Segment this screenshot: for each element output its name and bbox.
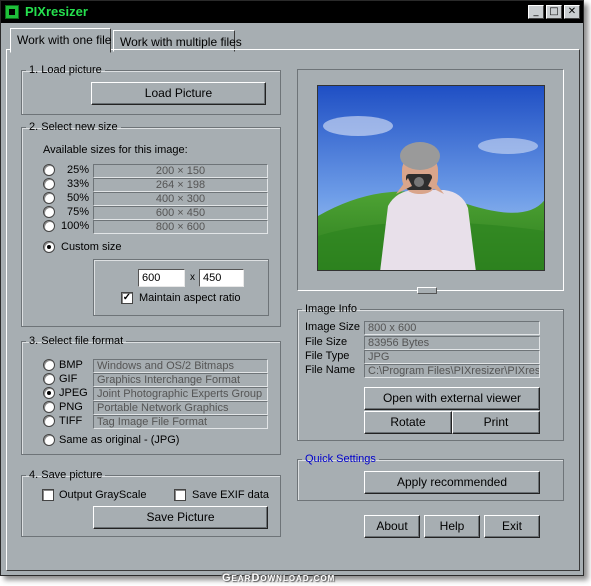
- custom-size-label: Custom size: [61, 241, 122, 253]
- select-size-legend: 2. Select new size: [29, 121, 118, 133]
- preview-photo: [318, 86, 544, 270]
- title-bar[interactable]: PIXresizer _ □ ✕: [1, 1, 583, 23]
- file-type-label: File Type: [305, 350, 350, 362]
- size-radio-75[interactable]: [43, 206, 55, 218]
- size-times-label: x: [190, 272, 195, 283]
- rotate-button[interactable]: Rotate: [364, 411, 452, 434]
- exit-button-label: Exit: [501, 519, 522, 533]
- format-name-png: PNG: [59, 401, 83, 413]
- size-percent-50: 50%: [66, 192, 89, 204]
- size-radio-50[interactable]: [43, 192, 55, 204]
- maintain-aspect-checkbox[interactable]: ✓: [121, 292, 133, 304]
- help-button[interactable]: Help: [424, 515, 480, 538]
- size-dims-75: 600 × 450: [93, 206, 268, 220]
- format-radio-gif[interactable]: [43, 373, 55, 385]
- custom-size-box: [93, 259, 269, 316]
- format-desc-png: Portable Network Graphics: [93, 401, 268, 415]
- format-name-tiff: TIFF: [59, 415, 83, 427]
- size-percent-33: 33%: [66, 178, 89, 190]
- file-name-value: C:\Program Files\PIXresizer\PIXresizer: [364, 364, 540, 378]
- size-percent-25: 25%: [66, 164, 89, 176]
- preview-scroll-handle[interactable]: [417, 287, 437, 294]
- size-dims-33: 264 × 198: [93, 178, 268, 192]
- size-dims-100: 800 × 600: [93, 220, 268, 234]
- load-picture-button-label: Load Picture: [144, 86, 213, 100]
- apply-recommended-button[interactable]: Apply recommended: [364, 471, 540, 494]
- available-sizes-label: Available sizes for this image:: [43, 144, 188, 156]
- image-size-label: Image Size: [305, 321, 361, 333]
- file-name-label: File Name: [305, 364, 356, 376]
- image-info-legend: Image Info: [305, 303, 357, 315]
- print-button[interactable]: Print: [452, 411, 540, 434]
- format-desc-bmp: Windows and OS/2 Bitmaps: [93, 359, 268, 373]
- app-icon: [5, 5, 19, 19]
- file-size-value: 83956 Bytes: [364, 336, 540, 350]
- format-radio-png[interactable]: [43, 401, 55, 413]
- minimize-button[interactable]: _: [528, 5, 544, 19]
- apply-recommended-label: Apply recommended: [396, 475, 508, 489]
- tab-one-file[interactable]: Work with one file: [10, 28, 111, 53]
- app-window: PIXresizer _ □ ✕ Work with one file Work…: [0, 0, 584, 576]
- open-external-viewer-label: Open with external viewer: [382, 391, 522, 405]
- custom-height-input[interactable]: 450: [199, 269, 244, 287]
- size-dims-25: 200 × 150: [93, 164, 268, 178]
- format-name-bmp: BMP: [59, 359, 83, 371]
- load-picture-button[interactable]: Load Picture: [91, 82, 266, 105]
- exit-button[interactable]: Exit: [484, 515, 540, 538]
- maximize-button[interactable]: □: [546, 5, 562, 19]
- format-desc-tiff: Tag Image File Format: [93, 415, 268, 429]
- grayscale-checkbox[interactable]: [42, 489, 54, 501]
- same-as-original-label: Same as original - (JPG): [59, 434, 180, 446]
- preview-image: [317, 85, 545, 271]
- file-format-legend: 3. Select file format: [29, 335, 124, 347]
- file-type-value: JPG: [364, 350, 540, 364]
- format-radio-bmp[interactable]: [43, 359, 55, 371]
- about-button-label: About: [376, 519, 408, 533]
- grayscale-label: Output GrayScale: [59, 489, 147, 501]
- save-picture-button-label: Save Picture: [146, 510, 215, 524]
- save-picture-button[interactable]: Save Picture: [93, 506, 268, 529]
- format-radio-tiff[interactable]: [43, 415, 55, 427]
- size-radio-25[interactable]: [43, 164, 55, 176]
- maintain-aspect-label: Maintain aspect ratio: [139, 292, 241, 304]
- format-radio-same-as-original[interactable]: [43, 434, 55, 446]
- custom-size-radio[interactable]: [43, 241, 55, 253]
- size-percent-100: 100%: [61, 220, 90, 232]
- save-picture-legend: 4. Save picture: [29, 469, 103, 481]
- image-size-value: 800 x 600: [364, 321, 540, 335]
- window-title: PIXresizer: [25, 4, 88, 19]
- format-radio-jpeg[interactable]: [43, 387, 55, 399]
- size-percent-75: 75%: [66, 206, 89, 218]
- quick-settings-legend: Quick Settings: [305, 453, 376, 465]
- exif-label: Save EXIF data: [192, 489, 270, 501]
- format-desc-gif: Graphics Interchange Format: [93, 373, 268, 387]
- rotate-button-label: Rotate: [390, 415, 426, 429]
- open-external-viewer-button[interactable]: Open with external viewer: [364, 387, 540, 410]
- size-radio-33[interactable]: [43, 178, 55, 190]
- format-name-jpeg: JPEG: [59, 387, 88, 399]
- help-button-label: Help: [439, 519, 465, 533]
- load-picture-legend: 1. Load picture: [29, 64, 102, 76]
- file-size-label: File Size: [305, 336, 348, 348]
- size-dims-50: 400 × 300: [93, 192, 268, 206]
- exif-checkbox[interactable]: [174, 489, 186, 501]
- watermark: GearDownload.com: [222, 572, 336, 584]
- close-button[interactable]: ✕: [564, 5, 580, 19]
- size-radio-100[interactable]: [43, 220, 55, 232]
- custom-width-input[interactable]: 600: [138, 269, 185, 287]
- print-button-label: Print: [483, 415, 509, 429]
- about-button[interactable]: About: [364, 515, 420, 538]
- format-name-gif: GIF: [59, 373, 78, 385]
- format-desc-jpeg: Joint Photographic Experts Group: [93, 387, 268, 401]
